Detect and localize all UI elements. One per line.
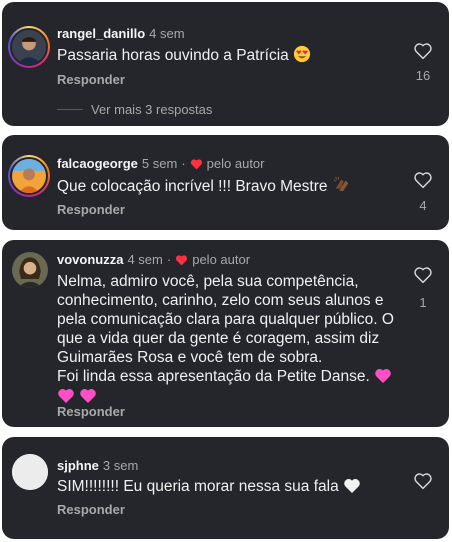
comment-meta: vovonuzza 4 sem · pelo autor bbox=[57, 252, 251, 267]
username[interactable]: sjphne bbox=[57, 458, 99, 473]
default-avatar-icon bbox=[12, 454, 48, 490]
clapping-hands-emoji-icon bbox=[333, 176, 349, 192]
username[interactable]: rangel_danillo bbox=[57, 26, 145, 41]
comment-text: Que colocação incrível !!! Bravo Mestre bbox=[57, 176, 352, 196]
heart-outline-icon[interactable] bbox=[413, 472, 433, 490]
timestamp: 3 sem bbox=[102, 458, 139, 473]
comment-meta: sjphne 3 sem bbox=[57, 458, 138, 473]
comment-meta: falcaogeorge 5 sem · pelo autor bbox=[57, 156, 265, 171]
author-heart-icon bbox=[176, 254, 188, 265]
comment-text: Passaria horas ouvindo a Patrícia bbox=[57, 45, 311, 65]
reply-button[interactable]: Responder bbox=[57, 202, 125, 217]
author-badge: pelo autor bbox=[206, 156, 265, 171]
avatar[interactable] bbox=[8, 26, 50, 68]
comment-line-last: Foi linda essa apresentação da Petite Da… bbox=[57, 367, 402, 386]
username[interactable]: falcaogeorge bbox=[57, 156, 138, 171]
profile-photo-icon bbox=[12, 252, 48, 288]
reply-button[interactable]: Responder bbox=[57, 502, 125, 517]
comment-card: vovonuzza 4 sem · pelo autor Nelma, admi… bbox=[2, 240, 449, 427]
heart-eyes-emoji-icon bbox=[293, 45, 311, 63]
like-count: 4 bbox=[419, 198, 427, 213]
comment-line: Guimarães Rosa e você tem de sobra. bbox=[57, 349, 323, 366]
comment-meta: rangel_danillo 4 sem bbox=[57, 26, 185, 41]
comment-card: sjphne 3 sem SIM!!!!!!!! Eu queria morar… bbox=[2, 437, 449, 539]
avatar[interactable] bbox=[12, 252, 48, 288]
author-heart-icon bbox=[190, 158, 202, 169]
comment-line: conhecimento, carinho, zelo com seus alu… bbox=[57, 292, 384, 309]
comment-line: que a vida quer da gente é coragem, assi… bbox=[57, 330, 380, 347]
profile-photo-icon bbox=[12, 159, 46, 193]
thread-line bbox=[57, 109, 83, 110]
comment-card: falcaogeorge 5 sem · pelo autor Que colo… bbox=[2, 135, 449, 230]
pink-heart-emoji-icon bbox=[58, 389, 74, 403]
like-count: 16 bbox=[415, 68, 431, 83]
comment-text: Nelma, admiro você, pela sua competência… bbox=[57, 272, 402, 406]
pink-heart-emoji-icon bbox=[80, 389, 97, 403]
pink-heart-emoji-icon bbox=[375, 369, 391, 383]
avatar[interactable] bbox=[12, 454, 48, 490]
timestamp: 4 sem bbox=[127, 252, 163, 267]
reply-button[interactable]: Responder bbox=[57, 404, 125, 419]
timestamp: 5 sem bbox=[141, 156, 178, 171]
comment-card: rangel_danillo 4 sem Passaria horas ouvi… bbox=[2, 2, 449, 126]
white-heart-emoji-icon bbox=[344, 479, 360, 493]
heart-outline-icon[interactable] bbox=[413, 266, 433, 284]
heart-outline-icon[interactable] bbox=[413, 171, 433, 189]
comment-line: pela comunicação clara para qualquer púb… bbox=[57, 311, 394, 328]
profile-photo-icon bbox=[12, 30, 46, 64]
view-more-replies-button[interactable]: Ver mais 3 respostas bbox=[57, 102, 212, 117]
comment-line: Nelma, admiro você, pela sua competência… bbox=[57, 273, 359, 290]
comment-text: SIM!!!!!!!! Eu queria morar nessa sua fa… bbox=[57, 477, 361, 496]
timestamp: 4 sem bbox=[149, 26, 185, 41]
heart-outline-icon[interactable] bbox=[413, 42, 433, 60]
like-count: 1 bbox=[419, 295, 427, 310]
reply-button[interactable]: Responder bbox=[57, 72, 125, 87]
author-badge: pelo autor bbox=[192, 252, 251, 267]
avatar[interactable] bbox=[8, 155, 50, 197]
username[interactable]: vovonuzza bbox=[57, 252, 123, 267]
